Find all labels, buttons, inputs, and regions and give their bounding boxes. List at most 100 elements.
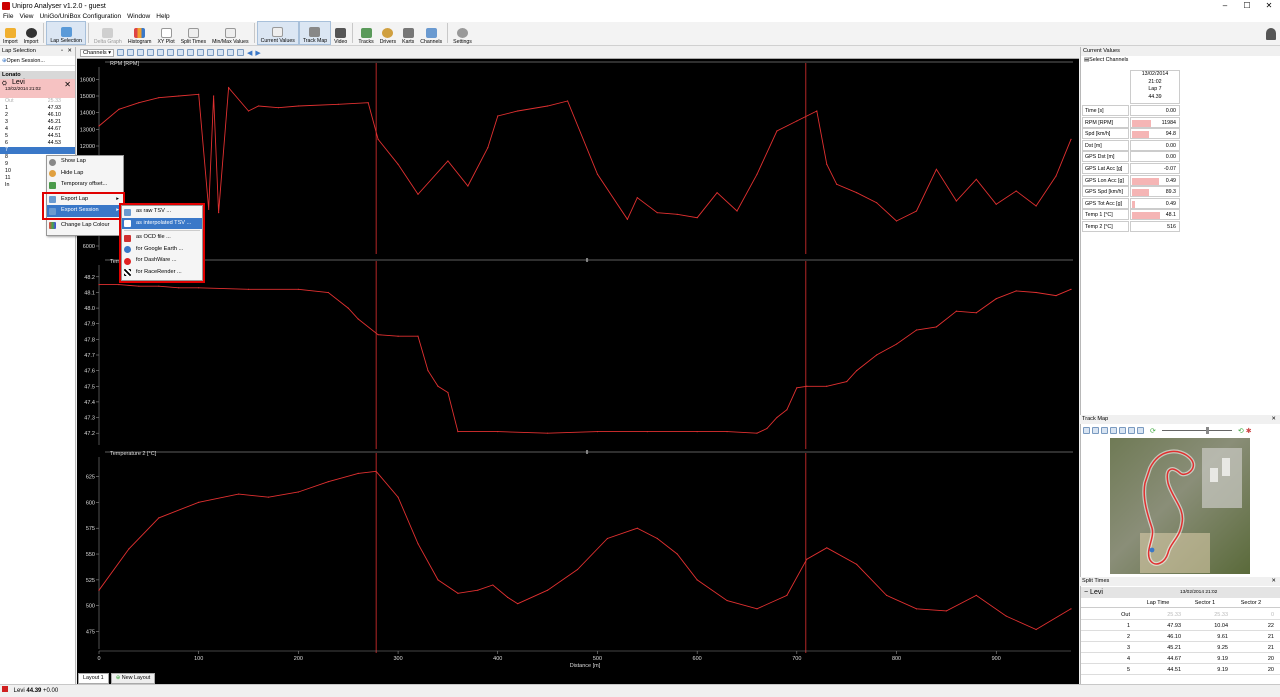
xy-plot-button[interactable]: XY Plot <box>154 21 177 45</box>
zoom-fit-icon[interactable] <box>1128 427 1135 434</box>
y-tick-label: 575 <box>86 526 95 532</box>
import-wireless-button[interactable]: Import <box>21 21 42 45</box>
refresh-icon[interactable]: ⟳ <box>1150 427 1156 435</box>
close-icon[interactable]: ✕ <box>1271 415 1276 424</box>
settings-button[interactable]: Settings <box>450 21 475 45</box>
cv-value: 48.1 <box>1130 209 1180 221</box>
charts-svg[interactable]: RPM [RPM]1600015000140001300012000110001… <box>77 59 1079 684</box>
track-map-icon <box>309 27 321 37</box>
minimize-button[interactable]: – <box>1214 0 1236 12</box>
split-column-header[interactable]: Lap Time <box>1135 598 1181 608</box>
current-values-button[interactable]: Current Values <box>256 21 299 45</box>
collapse-icon[interactable]: − <box>1084 589 1088 596</box>
arrow-left-icon[interactable]: ◀ <box>247 49 252 57</box>
print-icon[interactable] <box>187 49 195 56</box>
open-session-button[interactable]: ⊕Open Session... <box>0 56 75 66</box>
karts-label: Karts <box>402 39 415 45</box>
y-tick-label: 12000 <box>80 144 95 150</box>
track-map-image[interactable] <box>1110 438 1250 574</box>
min-max-icon <box>224 28 236 38</box>
temporary-offset-item[interactable]: Temporary offset... <box>47 179 123 191</box>
lap-row[interactable]: 3 45.21 <box>0 119 75 126</box>
import-label: Import <box>23 39 39 45</box>
tracks-button[interactable]: Tracks <box>355 21 376 45</box>
zoom-in-icon[interactable] <box>1110 427 1117 434</box>
lap-selection-button[interactable]: Lap Selection <box>46 21 86 45</box>
maximize-button[interactable]: ☐ <box>1236 0 1258 12</box>
xy-plot-icon <box>160 28 172 38</box>
new-layout-tab[interactable]: ⊕ New Layout <box>110 673 156 684</box>
hide-lap-item[interactable]: Hide Lap <box>47 168 123 180</box>
zoom-x-icon[interactable] <box>207 49 215 56</box>
split-column-header[interactable]: Sector 2 <box>1228 598 1274 608</box>
lap-row[interactable]: 2 46.10 <box>0 112 75 119</box>
session-header[interactable]: ⛭ Levi 13/02/2014 21:02 ✕ <box>0 79 75 98</box>
lap-row[interactable]: 5 44.51 <box>0 133 75 140</box>
measure-icon[interactable] <box>157 49 165 56</box>
lap-row[interactable]: 4 44.67 <box>0 126 75 133</box>
pin-icon[interactable]: ▫ <box>61 47 63 56</box>
data-point <box>467 185 469 187</box>
drivers-button[interactable]: Drivers <box>377 21 399 45</box>
channels-dropdown[interactable]: Channels ▾ <box>80 48 115 57</box>
zoom-in-icon[interactable] <box>117 49 125 56</box>
lap-row[interactable]: Out 25.33 <box>0 98 75 105</box>
split-column-header[interactable]: Sector 1 <box>1182 598 1228 608</box>
lap-row[interactable]: 7 <box>0 147 75 154</box>
zoom-out-icon[interactable] <box>1119 427 1126 434</box>
close-icon[interactable]: ✕ <box>67 47 72 56</box>
video-button[interactable]: Video <box>331 21 350 45</box>
zoom-out-icon[interactable] <box>127 49 135 56</box>
split-times-session-row[interactable]: − Levi 13/02/2014 21:02 <box>1081 587 1280 598</box>
karts-button[interactable]: Karts <box>399 21 417 45</box>
cursor-icon[interactable] <box>147 49 155 56</box>
delta-graph-button[interactable]: Delta Graph <box>91 21 125 45</box>
user-icon[interactable] <box>1266 28 1276 40</box>
min-max-values-button[interactable]: Min/Max Values <box>209 21 252 45</box>
zoom-slider-thumb[interactable] <box>1205 427 1209 434</box>
zoom-reset-icon[interactable] <box>237 49 245 56</box>
cv-value: 0.00 <box>1130 105 1180 116</box>
sync-icon[interactable]: ⟲ <box>1238 427 1244 435</box>
data-point <box>876 202 878 204</box>
close-icon[interactable]: ✕ <box>1271 577 1276 586</box>
import-button[interactable]: Import <box>0 21 21 45</box>
zoom-reset-icon[interactable] <box>1137 427 1144 434</box>
satellite-icon[interactable] <box>1092 427 1099 434</box>
resize-handle-icon: ⇕ <box>585 449 590 456</box>
split-times-button[interactable]: Split Times <box>178 21 209 45</box>
data-point <box>776 130 778 132</box>
channels-button[interactable]: Channels <box>417 21 445 45</box>
zoom-fit-icon[interactable] <box>137 49 145 56</box>
remove-session-icon[interactable]: ✕ <box>64 80 71 89</box>
show-lap-item[interactable]: Show Lap <box>47 156 123 168</box>
pan-icon[interactable] <box>167 49 175 56</box>
split-cell: 47.93 <box>1167 623 1181 629</box>
zoom-box-icon[interactable] <box>227 49 235 56</box>
layout-1-tab[interactable]: Layout 1 <box>78 673 109 684</box>
track-map-button[interactable]: Track Map <box>298 21 332 45</box>
cv-label: Spd [km/h] <box>1082 128 1129 140</box>
data-point <box>437 385 439 387</box>
data-point <box>955 310 957 312</box>
select-channels-button[interactable]: ▤Select Channels <box>1081 56 1280 65</box>
copy-icon[interactable] <box>197 49 205 56</box>
histogram-button[interactable]: Histogram <box>125 21 155 45</box>
change-lap-colour-item[interactable]: Change Lap Colour <box>47 220 123 232</box>
track-group-header[interactable]: Lonato <box>0 71 75 79</box>
zoom-y-icon[interactable] <box>217 49 225 56</box>
resize-handle-icon: ⇕ <box>585 257 590 264</box>
settings-icon[interactable]: ✱ <box>1246 427 1252 435</box>
split-lap-number: 4 <box>1126 656 1130 662</box>
data-point <box>945 610 947 612</box>
arrow-right-icon[interactable]: ▶ <box>255 49 260 57</box>
grid-icon[interactable] <box>1083 427 1090 434</box>
lap-row[interactable]: 1 47.93 <box>0 105 75 112</box>
close-button[interactable]: ✕ <box>1258 0 1280 12</box>
lap-row[interactable]: 6 44.53 <box>0 140 75 147</box>
zoom-slider[interactable] <box>1161 427 1232 434</box>
split-cell: 9.25 <box>1217 645 1228 651</box>
reset-icon[interactable] <box>177 49 185 56</box>
select-icon[interactable] <box>1101 427 1108 434</box>
data-point <box>696 431 698 433</box>
